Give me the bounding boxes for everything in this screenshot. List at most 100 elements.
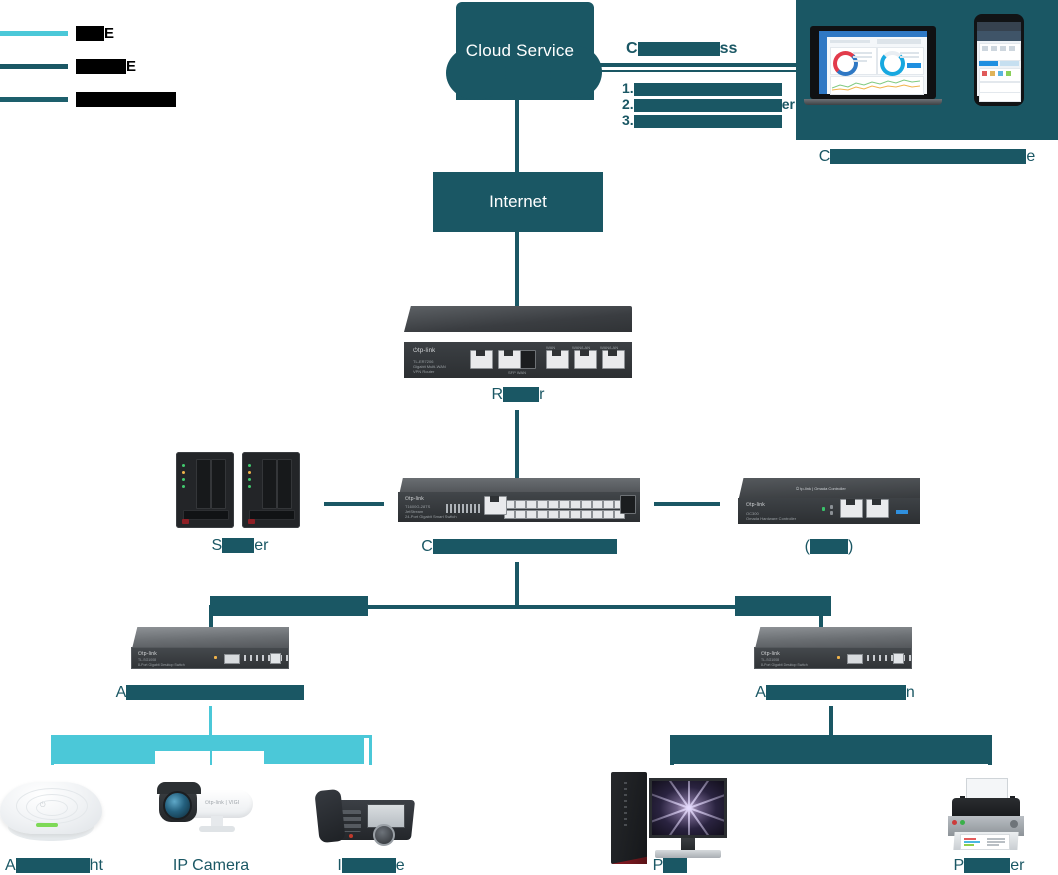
- link-internet-router: [515, 232, 519, 306]
- internet-label: Internet: [489, 192, 547, 211]
- label-pc: P: [610, 857, 730, 875]
- link-cloud-access-panel: [598, 63, 798, 67]
- router-port-2: [574, 350, 597, 369]
- node-access-switch-right[interactable]: ⏻tp-link TL-SG1008 8-Port Gigabit Desktop…: [754, 627, 912, 669]
- dashboard-sparkline-icon: [832, 79, 920, 91]
- node-router[interactable]: ⏻tp-link TL-ER7206 Gigabit Multi-WAN VPN R…: [404, 306, 632, 378]
- legend-label-connections: [76, 91, 176, 108]
- panel-steps: 1. 2. er 3.: [622, 80, 802, 128]
- node-access-switch-left[interactable]: ⏻tp-link TL-SG1008 8-Port Gigabit Desktop…: [131, 627, 289, 669]
- controller-front-panel: ⏻tp-link OC300 Omada Hardware Controller: [738, 498, 920, 524]
- label-core-switch: C: [398, 538, 640, 556]
- tplink-logo-icon: ⏻tp-link: [138, 651, 157, 657]
- label-trunk-right-redacted: [735, 596, 831, 616]
- label-access-switch-right: An: [755, 684, 915, 701]
- access-switch-left-front-panel: ⏻tp-link TL-SG1008 8-Port Gigabit Desktop…: [131, 647, 289, 669]
- smartphone-dashboard: [977, 22, 1021, 102]
- router-model-text: TL-ER7206 Gigabit Multi-WAN VPN Router: [413, 359, 446, 374]
- pc-monitor: [649, 778, 727, 838]
- nas-unit-2: [238, 448, 304, 528]
- printer-printed-sheet: [960, 834, 1010, 850]
- legend: E E: [0, 0, 320, 108]
- label-ip-camera: IP Camera: [172, 857, 250, 874]
- link-poe-to-ip-phone: [369, 735, 372, 765]
- laptop-base: [804, 99, 942, 105]
- pc-monitor-screen: [652, 781, 724, 835]
- panel-heading: Css: [626, 40, 738, 57]
- panel-step-2: 2. er: [622, 96, 795, 112]
- tplink-logo-icon: ⏻tp-link: [761, 651, 780, 657]
- printer-top-cover: [952, 798, 1020, 818]
- access-switch-right-front-panel: ⏻tp-link TL-SG1008 8-Port Gigabit Desktop…: [754, 647, 912, 669]
- legend-item-non-poe: E: [0, 55, 136, 77]
- router-front-panel: ⏻tp-link TL-ER7206 Gigabit Multi-WAN VPN R…: [404, 342, 632, 378]
- cloud-service-label: Cloud Service: [465, 41, 575, 60]
- tplink-logo-icon: ⏻tp-link: [413, 348, 436, 354]
- nas-unit-1: [172, 448, 238, 528]
- laptop-dashboard: [819, 31, 927, 95]
- laptop-device: [810, 26, 936, 99]
- link-server-core-switch: [324, 502, 384, 506]
- label-data-branch-redacted: [670, 736, 991, 764]
- node-printer[interactable]: [944, 778, 1032, 852]
- link-access-right-downlink: [829, 706, 833, 736]
- core-switch-front-panel: ⏻tp-link T1600G-28TS JetStream 24-Port Gig…: [398, 492, 640, 522]
- node-pc[interactable]: [611, 772, 729, 864]
- link-router-core-switch: [515, 410, 519, 478]
- panel-step-1: 1.: [622, 80, 802, 96]
- smartphone-device: [974, 14, 1024, 106]
- label-ip-phone: Ie: [337, 857, 405, 874]
- tplink-logo-icon: ⏻: [40, 802, 46, 809]
- cloud-access-panel[interactable]: Css: [626, 0, 1058, 140]
- label-router: Rr: [491, 386, 545, 403]
- legend-swatch-connections: [0, 96, 68, 102]
- tplink-logo-icon: ⏻tp-link | VIGI: [205, 800, 240, 806]
- node-ip-phone[interactable]: [314, 778, 427, 846]
- legend-label-non-poe: E: [76, 58, 136, 75]
- core-switch-port-block-2: [548, 500, 592, 519]
- controller-port-1: [840, 499, 863, 518]
- panel-step-3: 3.: [622, 112, 802, 128]
- access-point-status-led: [36, 823, 58, 827]
- label-server: Ser: [211, 537, 269, 554]
- node-ip-camera[interactable]: ⏻tp-link | VIGI: [155, 778, 275, 840]
- label-poe-branch-gap-2: [212, 751, 264, 765]
- label-access-point: Aht: [4, 857, 103, 874]
- node-internet[interactable]: Internet: [433, 172, 603, 232]
- node-controller[interactable]: ⏻ tp-link | Omada Controller ⏻tp-link OC…: [738, 478, 920, 524]
- legend-swatch-poe: [0, 30, 68, 36]
- link-access-left-downlink: [209, 706, 212, 736]
- node-core-switch[interactable]: ⏻tp-link T1600G-28TS JetStream 24-Port Gig…: [398, 478, 640, 522]
- router-port-3: [602, 350, 625, 369]
- label-access-switch-left: A: [111, 684, 309, 702]
- router-chassis-top: [404, 306, 632, 332]
- node-access-point[interactable]: ⏻: [0, 782, 102, 842]
- node-server[interactable]: [172, 448, 304, 530]
- ip-phone-handset: [314, 788, 346, 844]
- core-switch-port-block-1: [504, 500, 548, 519]
- label-cloud-access-service: Ce: [818, 148, 1036, 165]
- pc-vent: [624, 782, 627, 826]
- pc-tower: [611, 772, 647, 864]
- label-printer: Per: [953, 857, 1025, 874]
- tplink-logo-icon: ⏻tp-link: [405, 496, 424, 502]
- label-trunk-left-redacted: [210, 596, 368, 616]
- ip-camera-lens: [163, 791, 192, 820]
- panel-heading-rule: [598, 70, 798, 72]
- router-port-1: [546, 350, 569, 369]
- legend-item-connections: [0, 88, 176, 110]
- core-switch-console-port: [484, 496, 507, 515]
- label-controller: (): [804, 538, 854, 555]
- label-poe-branch-gap-1: [155, 751, 210, 765]
- legend-label-poe: E: [76, 25, 114, 42]
- link-core-switch-controller: [654, 502, 720, 506]
- node-cloud-service[interactable]: Cloud Service: [446, 2, 602, 100]
- ip-camera-mount-base: [199, 826, 235, 832]
- legend-item-poe: E: [0, 22, 114, 44]
- controller-port-2: [866, 499, 889, 518]
- tplink-logo-icon: ⏻tp-link: [746, 502, 765, 508]
- link-cloud-internet: [515, 100, 519, 172]
- legend-swatch-non-poe: [0, 63, 68, 69]
- ip-phone-navigation-dial: [373, 824, 395, 846]
- link-core-switch-downlink: [515, 562, 519, 608]
